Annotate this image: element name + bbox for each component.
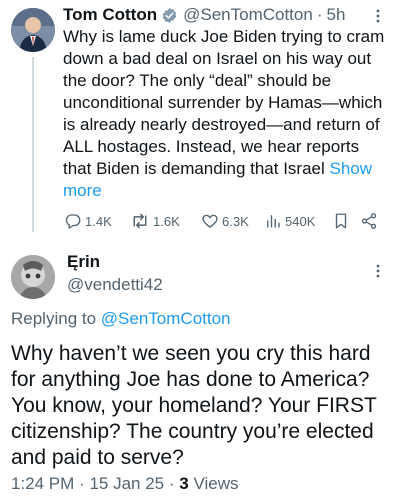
reply-author-handle[interactable]: @vendetti42	[67, 275, 163, 295]
tweet-body: Why is lame duck Joe Biden trying to cra…	[63, 26, 388, 202]
reply-author-avatar[interactable]	[11, 255, 55, 299]
reply-body: Why haven’t we seen you cry this hard fo…	[11, 342, 377, 469]
tweet-time[interactable]: 5h	[327, 5, 346, 25]
repost-button[interactable]: 1.6K	[130, 210, 180, 232]
avatar-photo	[11, 255, 55, 299]
tweet-actions: 1.4K 1.6K 6.3K 540K	[56, 210, 386, 232]
verified-badge-icon	[162, 7, 177, 23]
like-button[interactable]: 6.3K	[201, 210, 249, 232]
reply-views-label: Views	[193, 474, 239, 493]
author-name[interactable]: Tom Cotton	[63, 5, 157, 25]
thread-connector-line	[32, 57, 34, 232]
repost-icon	[133, 213, 147, 229]
views-chart-icon	[267, 215, 280, 228]
more-options-icon[interactable]	[372, 8, 384, 24]
heart-icon	[202, 214, 218, 228]
like-count: 6.3K	[222, 213, 249, 229]
author-handle[interactable]: @SenTomCotton	[183, 5, 313, 25]
replying-to: Replying to @SenTomCotton	[11, 309, 231, 329]
meta-dot: ·	[79, 474, 85, 493]
separator-dot: ·	[316, 5, 323, 24]
views-count: 540K	[285, 213, 316, 229]
reply-views-count: 3	[179, 474, 189, 493]
more-options-icon[interactable]	[372, 263, 384, 279]
reply-icon	[65, 214, 81, 229]
share-icon	[361, 213, 377, 229]
meta-dot-2: ·	[168, 474, 175, 493]
repost-count: 1.6K	[153, 213, 180, 229]
reply-meta: 1:24 PM · 15 Jan 25 · 3 Views	[11, 474, 239, 494]
reply-time[interactable]: 1:24 PM	[11, 474, 74, 493]
tweet-header: Tom Cotton @SenTomCotton · 5h	[63, 4, 345, 26]
replying-label: Replying to	[11, 309, 97, 328]
share-button[interactable]	[360, 210, 381, 232]
bookmark-icon	[335, 213, 347, 229]
reply-date[interactable]: 15 Jan 25	[89, 474, 164, 493]
views-button[interactable]: 540K	[264, 210, 315, 232]
bookmark-button[interactable]	[332, 210, 353, 232]
tweet-text: Why is lame duck Joe Biden trying to cra…	[63, 27, 385, 178]
reply-button[interactable]: 1.4K	[64, 210, 112, 232]
reply-author-name[interactable]: Ęrin	[67, 252, 100, 272]
reply-count: 1.4K	[85, 213, 112, 229]
author-avatar[interactable]	[11, 8, 55, 52]
avatar-photo	[11, 8, 55, 52]
replying-to-handle[interactable]: @SenTomCotton	[101, 309, 231, 328]
